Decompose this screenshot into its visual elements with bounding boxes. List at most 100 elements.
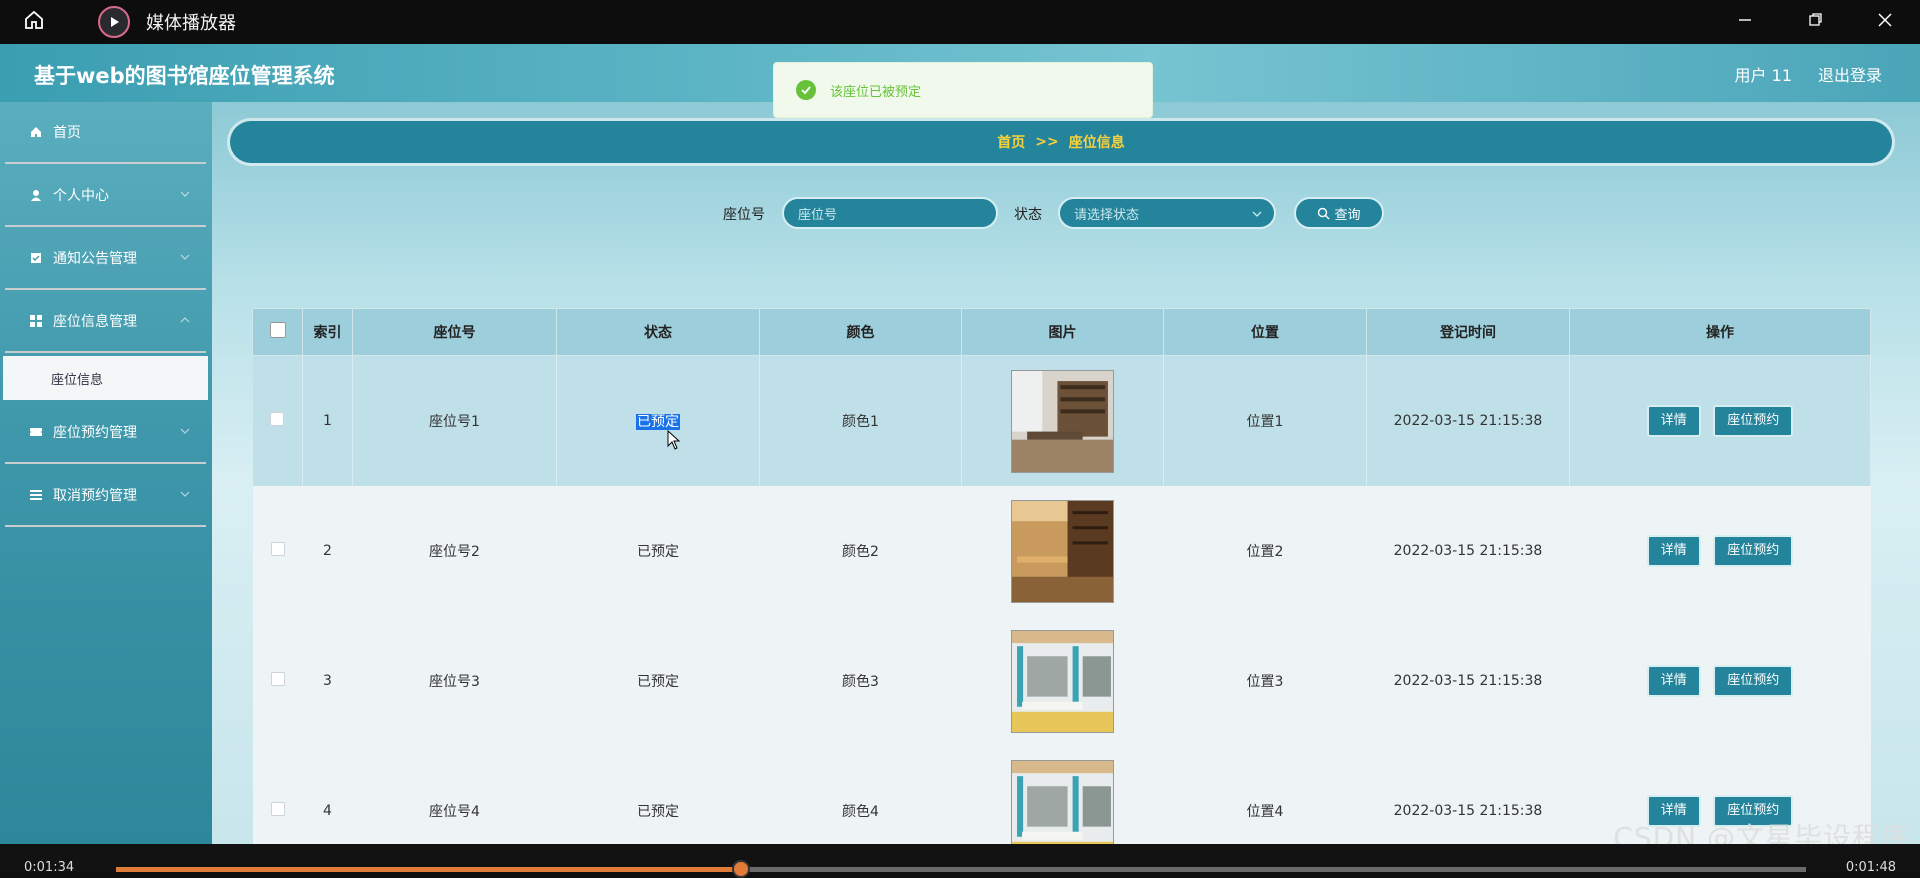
- sidebar-subitem-seat-info[interactable]: 座位信息: [3, 356, 208, 400]
- sidebar-item-seat-info-management[interactable]: 座位信息管理: [5, 291, 206, 353]
- reserve-seat-button[interactable]: 座位预约: [1713, 665, 1794, 697]
- seat-number-input[interactable]: 座位号: [782, 197, 998, 229]
- cell-status: 已预定: [556, 616, 760, 746]
- cell-image: [961, 746, 1164, 845]
- minimize-icon: [1737, 12, 1753, 32]
- cell-location: 位置1: [1163, 355, 1367, 486]
- cell-actions: 详情 座位预约: [1569, 355, 1871, 486]
- query-button-label: 查询: [1334, 207, 1361, 223]
- progress-track[interactable]: [116, 860, 1806, 878]
- sidebar-item-notice-management[interactable]: 通知公告管理: [5, 228, 206, 290]
- breadcrumb-home-link[interactable]: 首页: [997, 132, 1025, 152]
- row-checkbox[interactable]: [270, 802, 285, 816]
- detail-button[interactable]: 详情: [1646, 535, 1701, 567]
- cell-index: 4: [302, 746, 353, 844]
- cell-seat-number: 座位号2: [352, 486, 557, 616]
- breadcrumb-current: 座位信息: [1068, 135, 1125, 151]
- table-row[interactable]: 1 座位号1 已预定 颜色1 位置1 2022-03-15 21:15:38 详…: [252, 355, 1871, 486]
- chevron-down-icon: [1252, 211, 1262, 217]
- row-checkbox[interactable]: [270, 412, 285, 426]
- search-icon: [1318, 207, 1330, 219]
- player-window-title: 媒体播放器: [146, 13, 236, 34]
- notice-icon: [29, 251, 43, 265]
- current-time: 0:01:34: [24, 860, 75, 875]
- player-progress-bar: 0:01:34 0:01:48: [0, 844, 1920, 878]
- toast-message: 该座位已被预定: [830, 84, 922, 100]
- sidebar-item-label: 取消预约管理: [53, 488, 137, 504]
- row-checkbox[interactable]: [270, 672, 285, 686]
- grid-icon: [29, 314, 43, 328]
- table-header-row: 索引 座位号 状态 颜色 图片 位置 登记时间 操作: [252, 308, 1871, 356]
- list-icon: [29, 488, 43, 502]
- cell-color: 颜色1: [759, 355, 962, 486]
- sidebar-item-label: 座位信息管理: [53, 314, 137, 330]
- header-image: 图片: [961, 308, 1164, 356]
- minimize-button[interactable]: [1710, 0, 1780, 44]
- player-home-button[interactable]: [14, 2, 54, 42]
- sidebar-item-label: 通知公告管理: [53, 251, 137, 267]
- cell-seat-number: 座位号1: [352, 355, 557, 486]
- home-icon: [29, 125, 43, 139]
- sidebar-item-label: 个人中心: [53, 188, 109, 204]
- sidebar-item-home[interactable]: 首页: [5, 102, 206, 164]
- cell-index: 3: [302, 616, 353, 746]
- status-label: 状态: [1014, 207, 1042, 223]
- app-title: 基于web的图书馆座位管理系统: [34, 64, 335, 88]
- row-checkbox[interactable]: [270, 542, 285, 556]
- sidebar-item-seat-reservation-management[interactable]: 座位预约管理: [5, 402, 206, 464]
- close-icon: [1877, 12, 1893, 32]
- header-actions: 操作: [1569, 308, 1871, 356]
- reserve-icon: [29, 425, 43, 439]
- header-status: 状态: [556, 308, 760, 356]
- chevron-down-icon: [180, 428, 190, 434]
- seat-photo-thumbnail[interactable]: [1011, 369, 1114, 473]
- cell-color: 颜色4: [759, 746, 962, 844]
- cell-image: [961, 486, 1164, 616]
- seat-photo-thumbnail[interactable]: [1011, 759, 1114, 845]
- total-time: 0:01:48: [1845, 860, 1896, 875]
- cell-index: 1: [302, 355, 353, 486]
- header-color: 颜色: [759, 308, 962, 356]
- home-icon: [23, 9, 45, 35]
- reserve-seat-button[interactable]: 座位预约: [1713, 405, 1794, 437]
- success-toast: 该座位已被预定: [773, 62, 1153, 118]
- table-row[interactable]: 3 座位号3 已预定 颜色3 位置3 2022-03-15 21:15:38 详…: [252, 616, 1871, 746]
- cell-location: 位置3: [1163, 616, 1367, 746]
- user-icon: [29, 188, 43, 202]
- restore-button[interactable]: [1780, 0, 1850, 44]
- select-all-checkbox[interactable]: [269, 322, 286, 338]
- sidebar-item-personal-center[interactable]: 个人中心: [5, 165, 206, 227]
- detail-button[interactable]: 详情: [1646, 665, 1701, 697]
- cell-seat-number: 座位号4: [352, 746, 557, 844]
- chevron-down-icon: [180, 491, 190, 497]
- table-row[interactable]: 2 座位号2 已预定 颜色2 位置2 2022-03-15 21:15:38 详…: [252, 486, 1871, 616]
- seat-number-label: 座位号: [723, 207, 765, 223]
- cell-image: [961, 616, 1164, 746]
- sidebar-item-cancel-reservation-management[interactable]: 取消预约管理: [5, 465, 206, 527]
- breadcrumb: 首页 >> 座位信息: [230, 121, 1892, 163]
- detail-button[interactable]: 详情: [1646, 405, 1701, 437]
- cell-location: 位置4: [1163, 746, 1367, 844]
- window-controls: [1710, 0, 1920, 44]
- reserve-seat-button[interactable]: 座位预约: [1713, 535, 1794, 567]
- status-placeholder: 请选择状态: [1074, 207, 1140, 223]
- status-select[interactable]: 请选择状态: [1058, 197, 1276, 229]
- logout-link[interactable]: 退出登录: [1818, 62, 1882, 86]
- cell-image: [961, 355, 1164, 486]
- seat-photo-thumbnail[interactable]: [1011, 499, 1114, 603]
- cell-seat-number: 座位号3: [352, 616, 557, 746]
- chevron-down-icon: [180, 191, 190, 197]
- chevron-up-icon: [180, 317, 190, 323]
- user-label: 用户 11: [1734, 66, 1792, 85]
- check-circle-icon: [796, 80, 816, 100]
- status-text-selected: 已预定: [636, 414, 680, 430]
- cell-location: 位置2: [1163, 486, 1367, 616]
- close-button[interactable]: [1850, 0, 1920, 44]
- progress-knob[interactable]: [732, 860, 751, 878]
- query-button[interactable]: 查询: [1294, 197, 1384, 229]
- cell-actions: 详情 座位预约: [1569, 616, 1871, 746]
- header-register-time: 登记时间: [1366, 308, 1570, 356]
- app-window: 基于web的图书馆座位管理系统 用户 11 退出登录 首页 个人中心 通知公告管…: [0, 44, 1920, 844]
- cell-status: 已预定: [556, 746, 760, 844]
- seat-photo-thumbnail[interactable]: [1011, 629, 1114, 733]
